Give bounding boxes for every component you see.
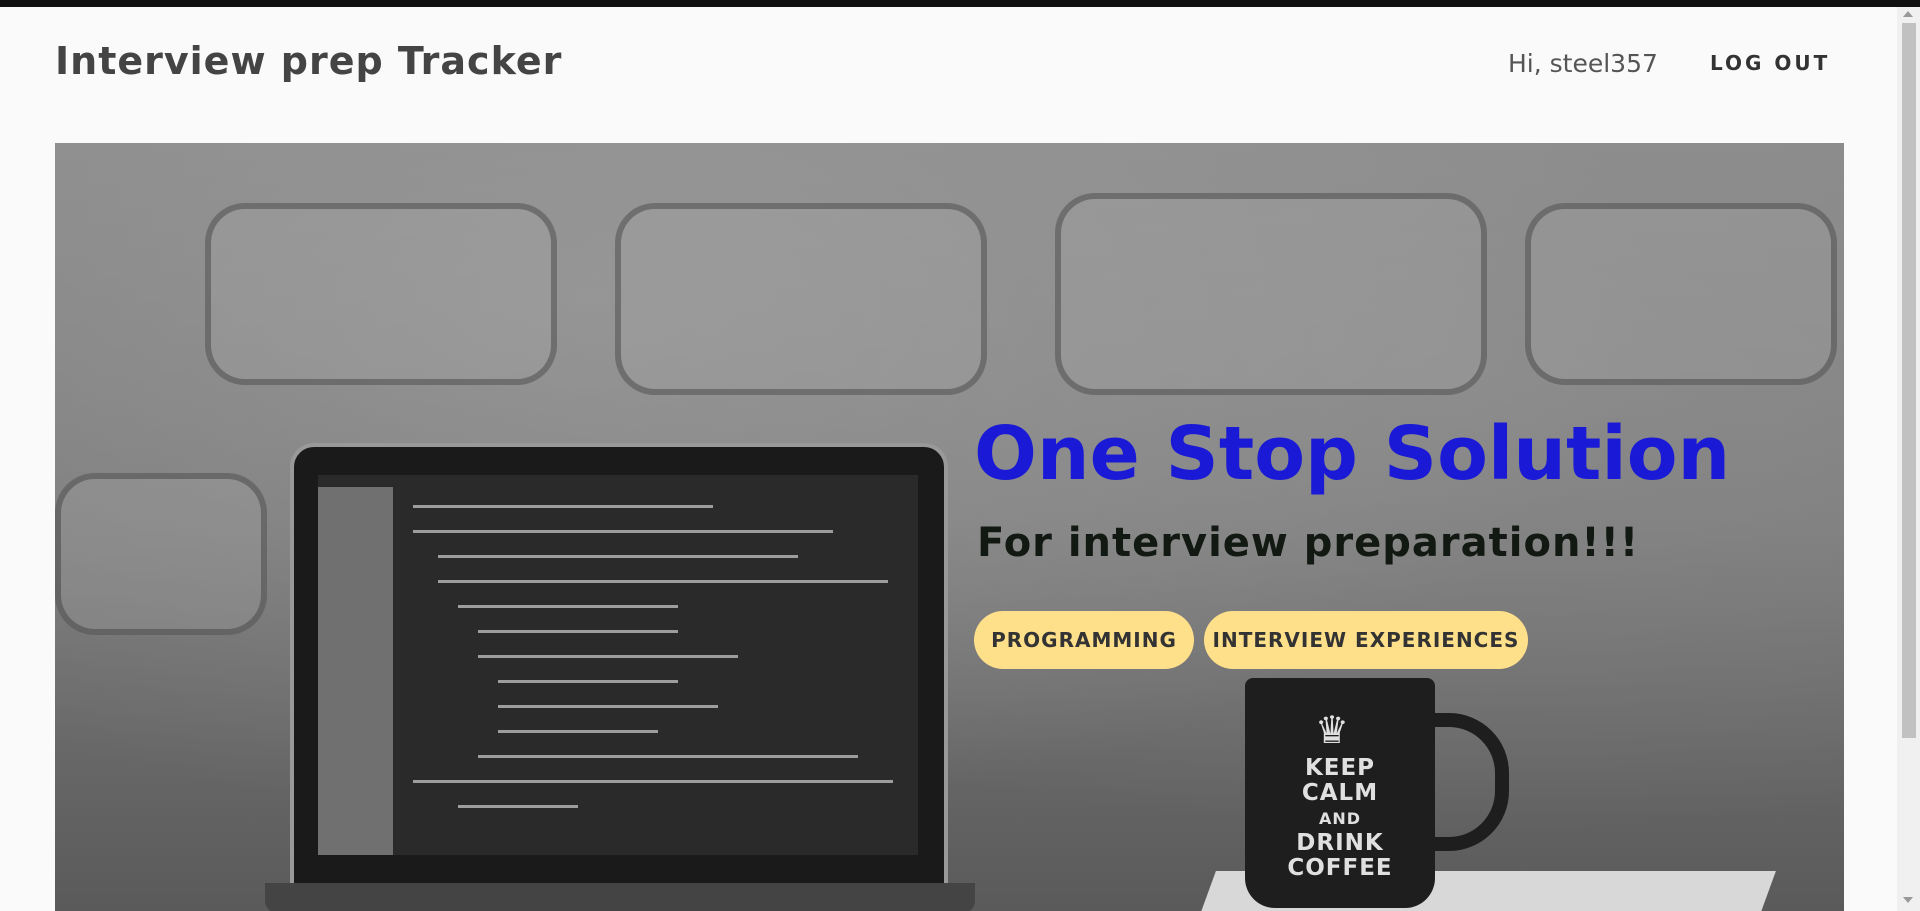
laptop-base [265, 883, 975, 911]
laptop-image [290, 443, 948, 891]
coffee-mug-image: ♛ KEEP CALM AND DRINK COFFEE [1245, 678, 1435, 908]
hero-title: One Stop Solution [974, 411, 1731, 497]
window-top-strip [0, 0, 1920, 7]
mug-slogan: KEEP CALM AND DRINK COFFEE [1287, 755, 1393, 881]
programming-button[interactable]: PROGRAMMING [974, 611, 1194, 669]
brand-title[interactable]: Interview prep Tracker [55, 39, 562, 83]
hero-banner: ♛ KEEP CALM AND DRINK COFFEE One Stop So… [55, 143, 1844, 911]
wall-brick [615, 203, 987, 395]
scroll-thumb[interactable] [1902, 23, 1916, 738]
wall-brick [205, 203, 557, 385]
logout-button[interactable]: LOG OUT [1710, 51, 1830, 75]
crown-icon: ♛ [1315, 708, 1350, 752]
laptop-screen [318, 475, 918, 855]
wall-brick [55, 473, 267, 635]
navbar: Interview prep Tracker Hi, steel357 LOG … [0, 7, 1897, 137]
vertical-scrollbar[interactable] [1897, 7, 1920, 911]
user-greeting: Hi, steel357 [1508, 49, 1658, 78]
scroll-down-icon[interactable] [1903, 897, 1913, 903]
wall-brick [1055, 193, 1487, 395]
wall-brick [1525, 203, 1837, 385]
scroll-up-icon[interactable] [1903, 11, 1913, 17]
interview-experiences-button[interactable]: INTERVIEW EXPERIENCES [1204, 611, 1528, 669]
hero-subtitle: For interview preparation!!! [977, 520, 1640, 566]
